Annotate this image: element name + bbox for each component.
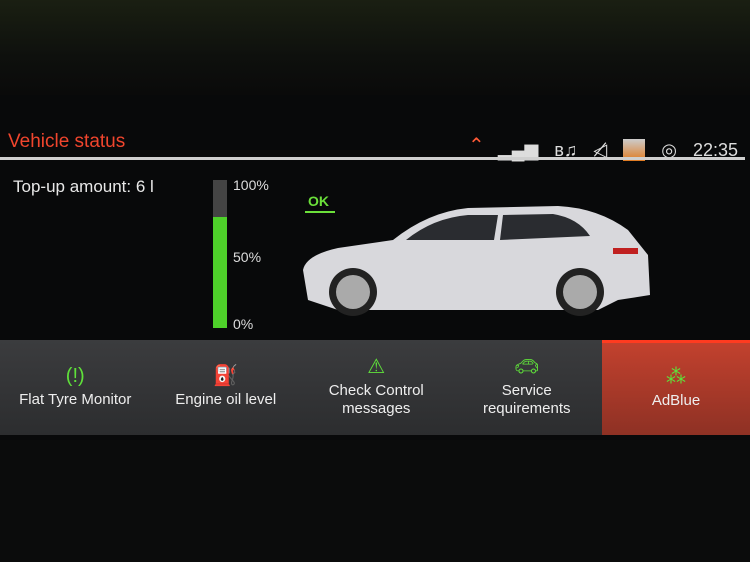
- tab-bar: (!) Flat Tyre Monitor ⛽ Engine oil level ⚠…: [0, 340, 750, 435]
- tyre-pressure-icon: (!): [65, 364, 85, 387]
- tick-50: 50%: [233, 249, 262, 265]
- tab-label: AdBlue: [651, 392, 701, 409]
- tab-engine-oil-level[interactable]: ⛽ Engine oil level: [151, 340, 302, 435]
- car-service-icon: 🚗︎: [514, 355, 540, 378]
- page-title: Vehicle status: [8, 131, 126, 152]
- tab-adblue[interactable]: ⁂ AdBlue: [602, 340, 750, 435]
- topup-amount: Top-up amount: 6 l: [13, 177, 154, 196]
- oil-can-icon: ⛽: [213, 364, 239, 387]
- tab-label: Flat Tyre Monitor: [19, 390, 132, 408]
- tab-check-control[interactable]: ⚠ Check Control messages: [301, 340, 452, 435]
- header-divider: [0, 157, 745, 160]
- tab-label: Service requirements: [482, 381, 571, 417]
- tab-label: Engine oil level: [175, 390, 277, 408]
- adblue-icon: ⁂: [666, 366, 686, 388]
- tick-0: 0%: [233, 316, 254, 332]
- car-image: [303, 206, 650, 316]
- tab-label: Check Control messages: [328, 381, 424, 417]
- tab-flat-tyre-monitor[interactable]: (!) Flat Tyre Monitor: [0, 340, 151, 435]
- tab-service-requirements[interactable]: 🚗︎ Service requirements: [452, 340, 603, 435]
- warning-triangle-icon: ⚠: [367, 355, 386, 378]
- oil-level-gauge: [213, 180, 227, 328]
- tick-100: 100%: [233, 177, 269, 193]
- oil-level-fill: [213, 217, 227, 328]
- windshield-background: [0, 0, 750, 95]
- chevron-up-icon[interactable]: ⌃: [468, 133, 485, 158]
